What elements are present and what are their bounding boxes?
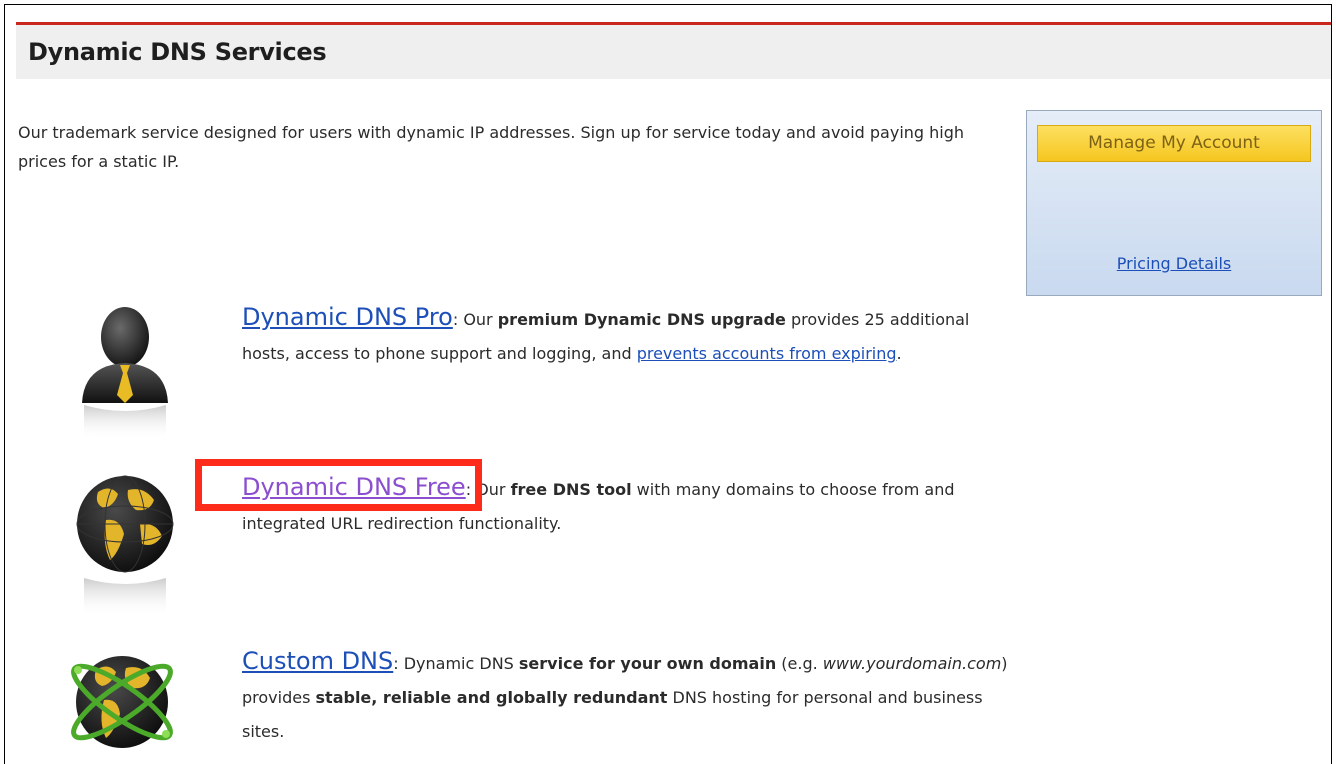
account-box: Manage My Account Pricing Details xyxy=(1026,110,1322,296)
globe-icon xyxy=(76,475,174,617)
orbit-globe-icon xyxy=(71,656,173,748)
user-icon xyxy=(82,307,168,440)
page-title: Dynamic DNS Services xyxy=(28,38,327,66)
service-custom: Custom DNS: Dynamic DNS service for your… xyxy=(242,647,1008,741)
service-pro: Dynamic DNS Pro: Our premium Dynamic DNS… xyxy=(242,303,970,363)
intro-text: Our trademark service designed for users… xyxy=(18,123,965,171)
dynamic-dns-pro-link[interactable]: Dynamic DNS Pro xyxy=(242,303,453,331)
manage-account-button[interactable]: Manage My Account xyxy=(1037,125,1311,162)
custom-dns-link[interactable]: Custom DNS xyxy=(242,647,393,675)
pricing-details-link[interactable]: Pricing Details xyxy=(1027,254,1321,273)
highlight-box xyxy=(195,459,482,511)
prevents-expiring-link[interactable]: prevents accounts from expiring xyxy=(637,344,897,363)
